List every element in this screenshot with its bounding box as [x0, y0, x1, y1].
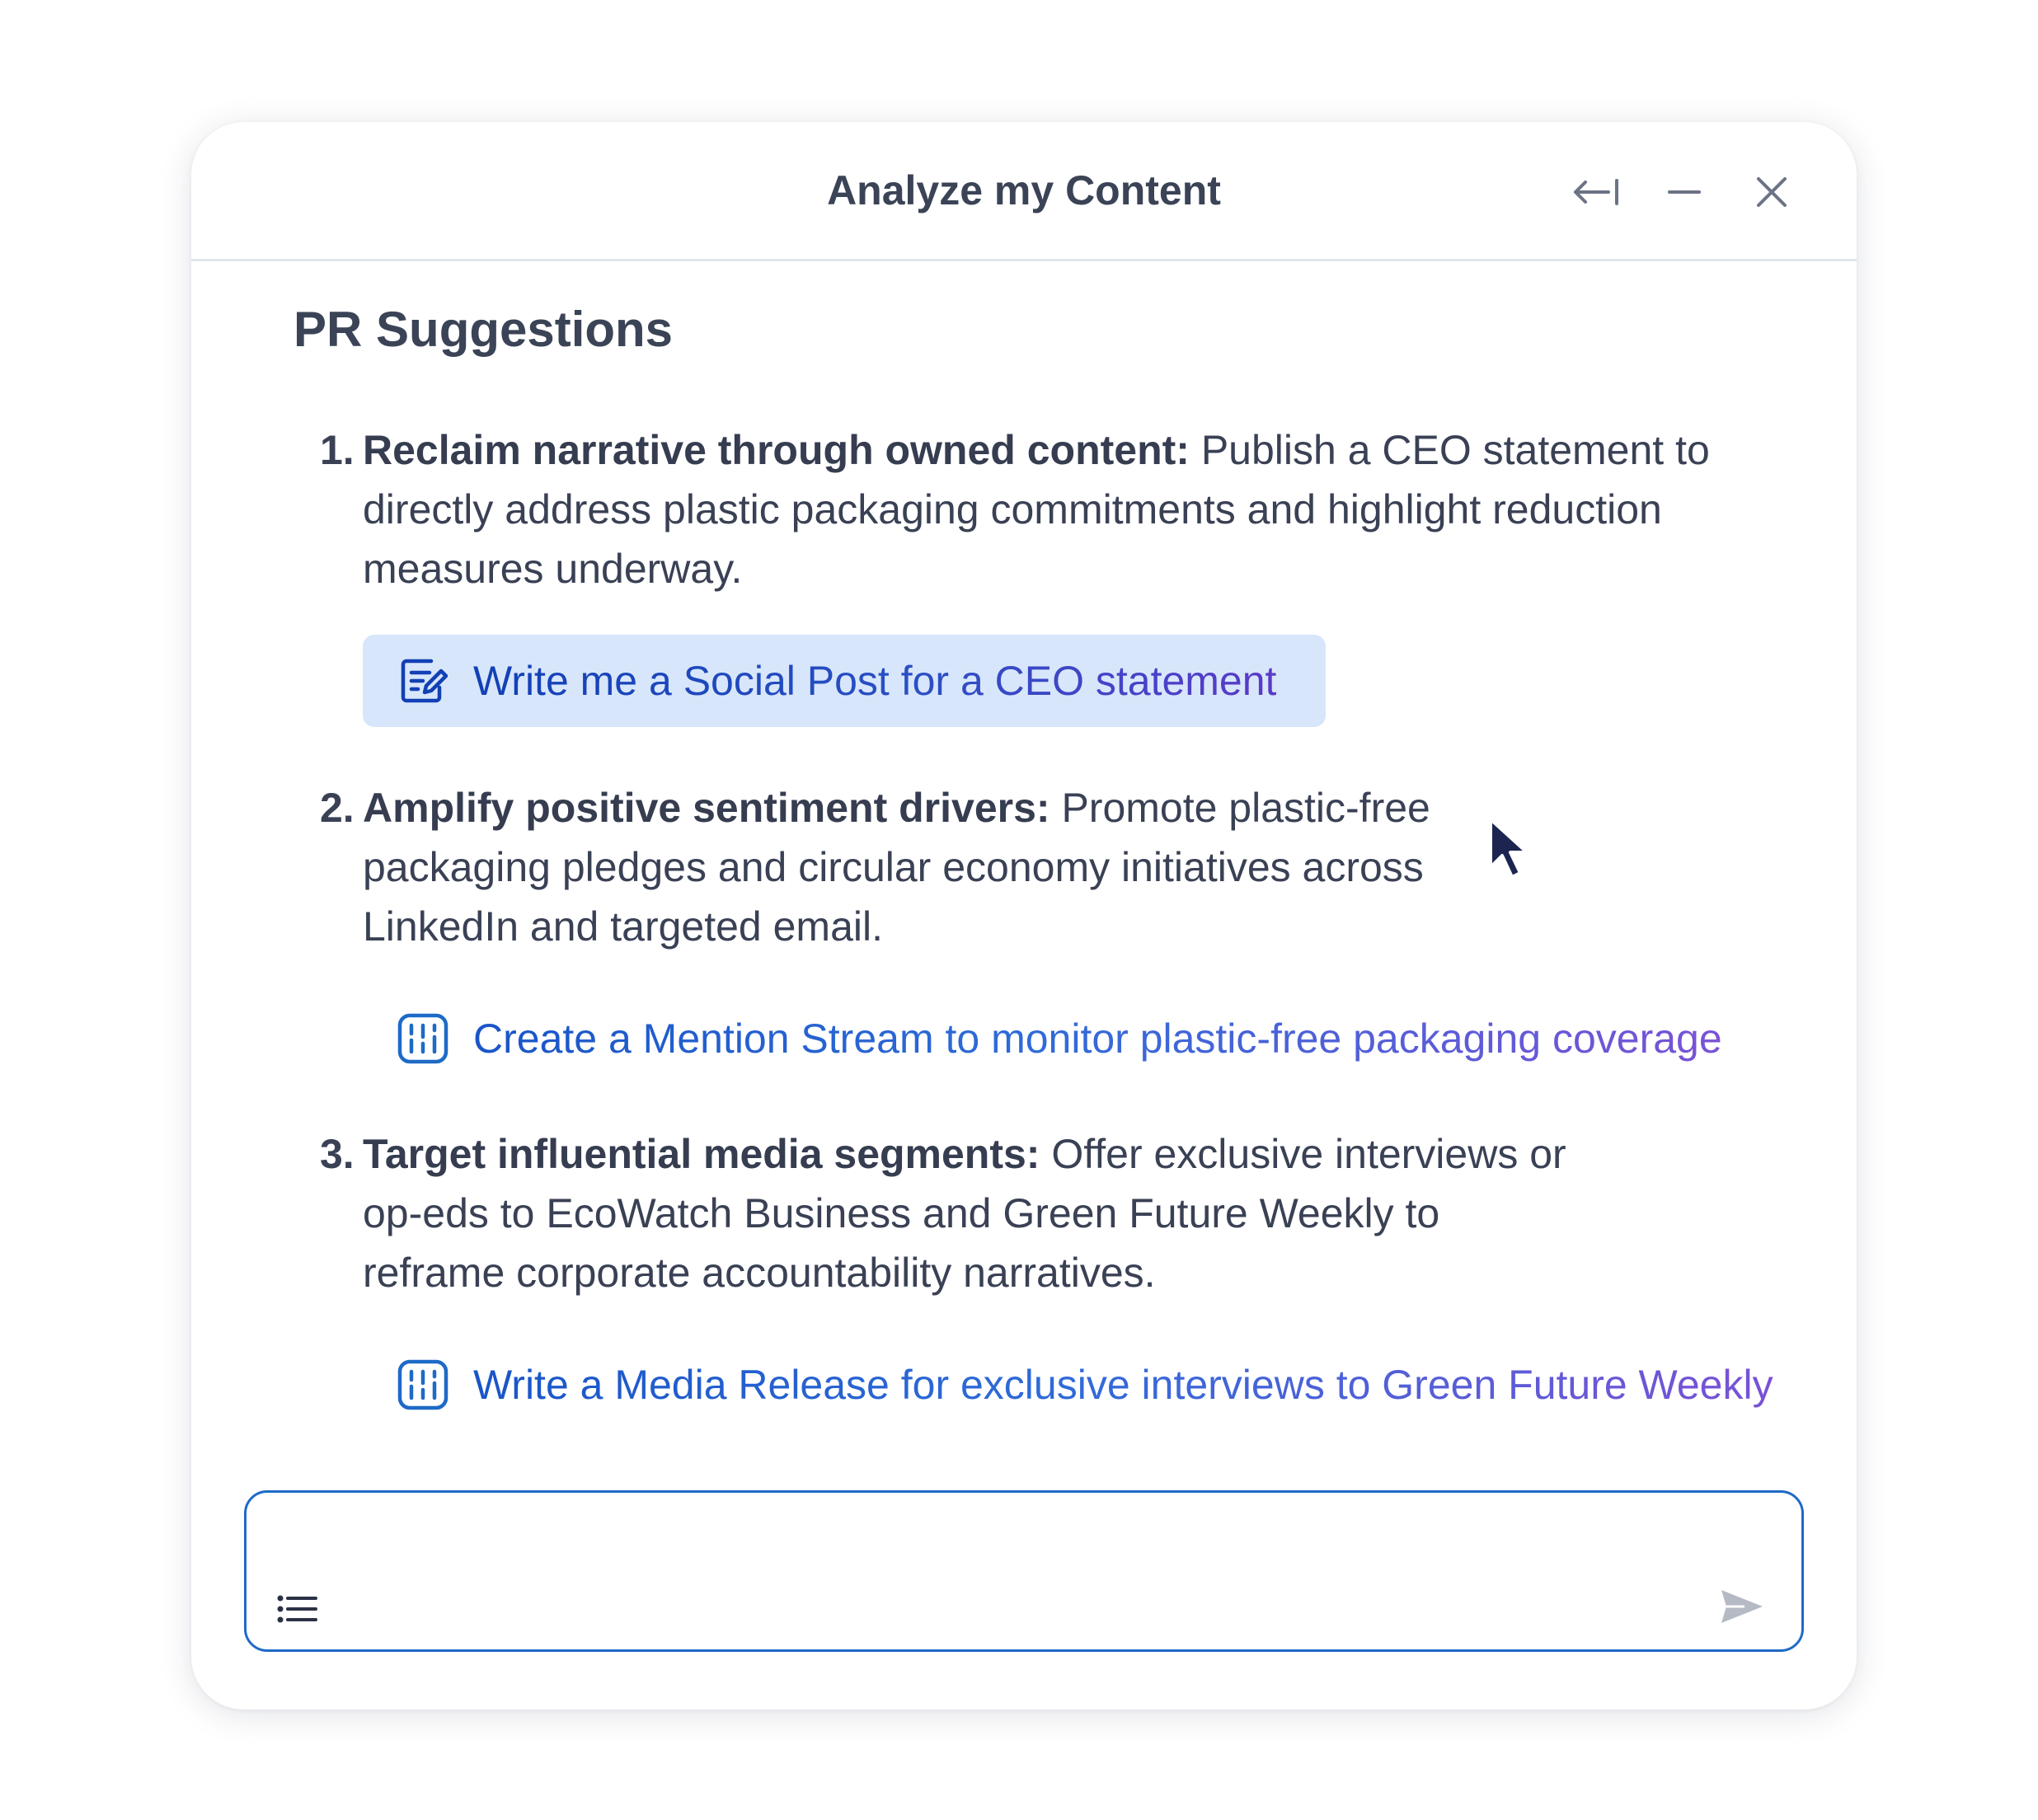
arrow-left-bar-icon	[1572, 174, 1622, 210]
analyze-content-panel: Analyze my Content PR Suggestions 1. Rec…	[191, 122, 1857, 1710]
create-mention-stream-label: Create a Mention Stream to monitor plast…	[473, 1016, 1722, 1062]
suggestion-item: 3. Target influential media segments: Of…	[320, 1124, 1566, 1302]
list-icon	[276, 1594, 319, 1628]
mouse-pointer-icon	[1487, 816, 1537, 882]
suggestion-number: 1.	[320, 427, 355, 473]
create-mention-stream-link[interactable]: Create a Mention Stream to monitor plast…	[363, 992, 1722, 1085]
suggestion-item: 1. Reclaim narrative through owned conte…	[320, 420, 1781, 598]
minus-icon	[1668, 188, 1701, 196]
prompt-list-button[interactable]	[275, 1590, 321, 1631]
send-button[interactable]	[1716, 1582, 1768, 1635]
close-button[interactable]	[1743, 163, 1801, 221]
collapse-button[interactable]	[1568, 163, 1626, 221]
suggestion-item: 2. Amplify positive sentiment drivers: P…	[320, 778, 1484, 956]
write-media-release-link[interactable]: Write a Media Release for exclusive inte…	[363, 1339, 1773, 1431]
panel-header: Analyze my Content	[191, 122, 1857, 261]
suggestion-text: Reclaim narrative through owned content:…	[363, 420, 1781, 598]
suggestion-heading: Amplify positive sentiment drivers:	[363, 785, 1050, 831]
send-icon	[1720, 1587, 1764, 1630]
close-icon	[1755, 176, 1788, 209]
section-title: PR Suggestions	[293, 302, 674, 357]
write-media-release-label: Write a Media Release for exclusive inte…	[473, 1362, 1773, 1408]
suggestion-heading: Target influential media segments:	[363, 1131, 1040, 1177]
minimize-button[interactable]	[1655, 163, 1713, 221]
write-social-post-button[interactable]: Write me a Social Post for a CEO stateme…	[363, 635, 1326, 727]
suggestion-number: 3.	[320, 1131, 355, 1177]
chat-composer	[244, 1490, 1804, 1652]
write-social-post-label: Write me a Social Post for a CEO stateme…	[473, 658, 1277, 704]
stream-icon	[396, 1011, 450, 1066]
suggestion-text: Amplify positive sentiment drivers: Prom…	[363, 778, 1484, 956]
suggestion-number: 2.	[320, 785, 355, 831]
stream-icon	[396, 1358, 450, 1412]
suggestion-heading: Reclaim narrative through owned content:	[363, 427, 1190, 473]
edit-document-icon	[396, 654, 450, 708]
suggestion-text: Target influential media segments: Offer…	[363, 1124, 1566, 1302]
chat-input[interactable]	[271, 1511, 1775, 1570]
